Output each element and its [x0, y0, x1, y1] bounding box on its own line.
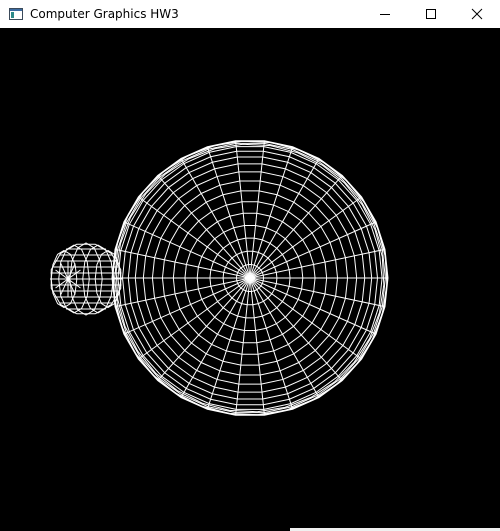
meridian-line [249, 277, 377, 335]
meridian-line [249, 221, 377, 279]
app-icon [8, 6, 24, 22]
window-title: Computer Graphics HW3 [30, 7, 179, 21]
application-window: Computer Graphics HW3 [0, 0, 500, 531]
wireframe-scene [50, 140, 389, 416]
render-canvas[interactable] [0, 28, 500, 531]
meridian-line [249, 175, 343, 279]
minimize-button[interactable] [362, 0, 408, 28]
meridian-line [157, 277, 251, 381]
title-bar[interactable]: Computer Graphics HW3 [0, 0, 500, 28]
close-button[interactable] [454, 0, 500, 28]
large-wireframe-sphere [111, 140, 389, 416]
close-icon [471, 5, 483, 24]
minimize-icon [379, 5, 391, 24]
window-controls [362, 0, 500, 28]
maximize-button[interactable] [408, 0, 454, 28]
meridian-line [249, 277, 343, 381]
meridian-line [157, 175, 251, 279]
meridian-line [123, 277, 251, 335]
meridian-line [123, 221, 251, 279]
small-wireframe-sphere [50, 242, 122, 316]
maximize-icon [425, 5, 437, 24]
